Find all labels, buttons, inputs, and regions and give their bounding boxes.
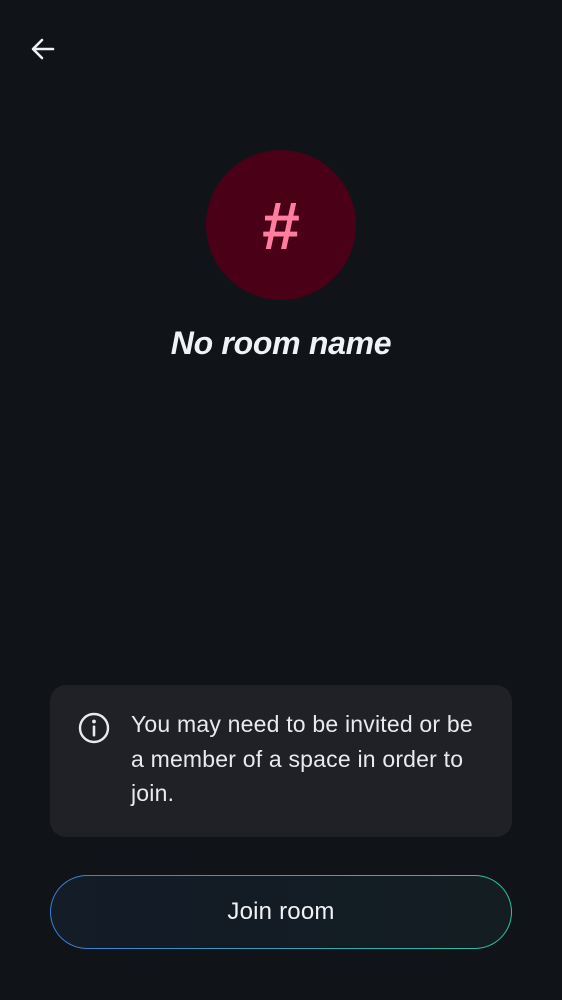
join-notice-card: You may need to be invited or be a membe… xyxy=(50,685,512,837)
join-notice-text: You may need to be invited or be a membe… xyxy=(131,711,473,806)
arrow-left-icon xyxy=(29,35,57,63)
hash-icon: # xyxy=(262,188,300,264)
info-icon xyxy=(77,711,111,745)
join-room-label: Join room xyxy=(227,898,335,925)
room-avatar: # xyxy=(206,150,356,300)
back-button[interactable] xyxy=(22,28,64,70)
join-room-button[interactable]: Join room xyxy=(50,875,512,949)
room-name: No room name xyxy=(170,325,392,361)
